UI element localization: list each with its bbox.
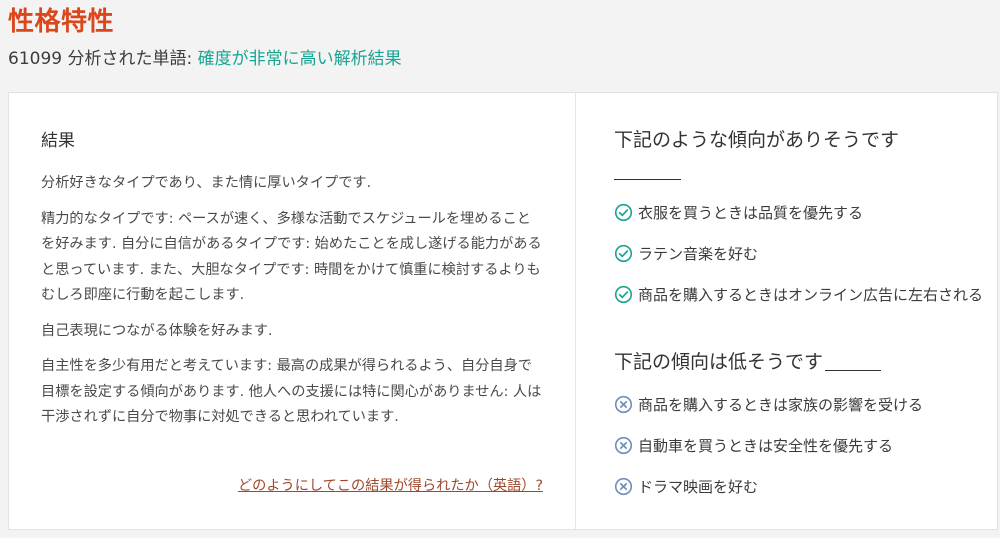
unlikely-item-text: 商品を購入するときは家族の影響を受ける bbox=[638, 396, 924, 414]
page-title: 性格特性 bbox=[8, 7, 115, 37]
tendency-section: 下記のような傾向がありそうです 衣服を買うときは品質を優先する ラテン音楽を好む… bbox=[577, 93, 997, 529]
heading-underline bbox=[614, 179, 681, 180]
result-paragraph: 自主性を多少有用だと考えています: 最高の成果が得られるよう、自分自身で目標を設… bbox=[41, 358, 542, 425]
unlikely-heading: 下記の傾向は低そうです bbox=[614, 349, 882, 375]
likely-item-text: 衣服を買うときは品質を優先する bbox=[638, 204, 864, 222]
result-paragraph: 精力的なタイプです: ペースが速く、多様な活動でスケジュールを埋めることを好みま… bbox=[41, 210, 542, 304]
check-circle-icon bbox=[614, 203, 633, 222]
unlikely-item: ドラマ映画を好む bbox=[614, 475, 984, 499]
x-circle-icon bbox=[614, 436, 633, 455]
x-circle-icon bbox=[614, 395, 633, 414]
result-paragraph: 分析好きなタイプであり、また情に厚いタイプです. bbox=[41, 175, 372, 191]
x-circle-icon bbox=[614, 477, 633, 496]
result-paragraph: 自己表現につながる体験を好みます. bbox=[41, 322, 273, 339]
check-circle-icon bbox=[614, 244, 633, 263]
unlikely-item-text: ドラマ映画を好む bbox=[638, 478, 759, 496]
heading-underline bbox=[825, 370, 882, 371]
likely-item-text: 商品を購入するときはオンライン広告に左右される bbox=[638, 286, 984, 304]
result-heading: 結果 bbox=[41, 131, 75, 151]
likely-item: 衣服を買うときは品質を優先する bbox=[614, 201, 984, 225]
result-card: 結果 分析好きなタイプであり、また情に厚いタイプです. 精力的なタイプです: ペ… bbox=[8, 92, 998, 530]
unlikely-item-text: 自動車を買うときは安全性を優先する bbox=[638, 437, 894, 455]
page-subtitle: 61099 分析された単語: 確度が非常に高い解析結果 bbox=[8, 47, 402, 71]
likely-item: 商品を購入するときはオンライン広告に左右される bbox=[614, 283, 984, 307]
likely-item: ラテン音楽を好む bbox=[614, 242, 984, 266]
how-results-link[interactable]: どのようにしてこの結果が得られたか（英語）? bbox=[238, 476, 543, 496]
check-circle-icon bbox=[614, 285, 633, 304]
likely-item-text: ラテン音楽を好む bbox=[638, 245, 759, 263]
word-count: 61099 bbox=[8, 49, 63, 69]
confidence-text: 確度が非常に高い解析結果 bbox=[197, 49, 402, 69]
result-paragraphs: 分析好きなタイプであり、また情に厚いタイプです. 精力的なタイプです: ペースが… bbox=[41, 171, 543, 441]
unlikely-item: 自動車を買うときは安全性を優先する bbox=[614, 434, 984, 458]
unlikely-item: 商品を購入するときは家族の影響を受ける bbox=[614, 393, 984, 417]
result-section: 結果 分析好きなタイプであり、また情に厚いタイプです. 精力的なタイプです: ペ… bbox=[9, 93, 576, 529]
unlikely-heading-text: 下記の傾向は低そうです bbox=[614, 351, 824, 373]
likely-heading: 下記のような傾向がありそうです bbox=[614, 129, 900, 151]
word-count-label: 分析された単語: bbox=[62, 49, 198, 69]
personality-page: 性格特性 61099 分析された単語: 確度が非常に高い解析結果 結果 分析好き… bbox=[0, 0, 1000, 538]
